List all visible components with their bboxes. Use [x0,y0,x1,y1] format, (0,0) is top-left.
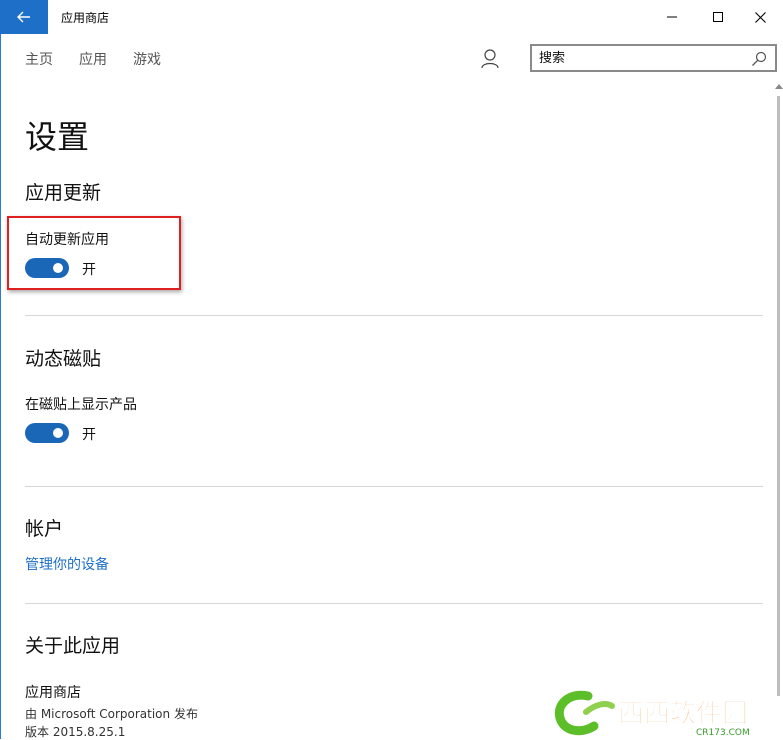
scrollbar[interactable] [774,80,783,739]
nav-apps[interactable]: 应用 [79,49,107,69]
svg-text:西西软件园: 西西软件园 [618,699,748,729]
nav-home[interactable]: 主页 [25,49,53,69]
nav-games[interactable]: 游戏 [133,49,161,69]
section-title-live-tiles: 动态磁贴 [25,348,102,370]
window-title: 应用商店 [61,11,110,25]
scrollbar-thumb[interactable] [777,96,780,696]
about-app-name: 应用商店 [25,685,81,701]
about-publisher: 由 Microsoft Corporation 发布 [25,707,198,721]
close-button[interactable] [737,0,783,34]
divider [25,603,763,604]
watermark-logo: 西西软件园 CR173.COM [554,690,750,738]
page-title: 设置 [25,118,90,156]
highlight-box [7,216,181,290]
user-icon [481,49,499,69]
back-arrow-icon [17,11,30,23]
toggle-knob [53,428,63,438]
divider [25,486,763,487]
search-icon[interactable] [751,51,767,67]
divider [25,315,763,316]
title-bar: 应用商店 [0,0,783,34]
scroll-up-arrow-icon[interactable] [775,84,783,89]
minimize-button[interactable] [649,0,695,34]
search-box[interactable] [530,44,777,72]
section-title-about: 关于此应用 [25,635,121,657]
minimize-icon [667,16,677,18]
back-button[interactable] [0,0,48,34]
maximize-button[interactable] [695,0,741,34]
svg-text:CR173.COM: CR173.COM [696,728,750,738]
section-title-account: 帐户 [25,518,64,540]
live-tiles-label: 在磁贴上显示产品 [25,397,137,413]
live-tiles-toggle-state: 开 [82,427,96,443]
live-tiles-toggle[interactable] [25,423,69,443]
window-border [0,0,1,739]
maximize-icon [713,12,723,22]
user-account-button[interactable] [480,48,500,70]
search-input[interactable] [539,49,739,67]
about-version: 版本 2015.8.25.1 [25,725,126,739]
close-icon [754,11,766,23]
section-title-app-updates: 应用更新 [25,182,102,204]
manage-devices-link[interactable]: 管理你的设备 [25,554,109,574]
